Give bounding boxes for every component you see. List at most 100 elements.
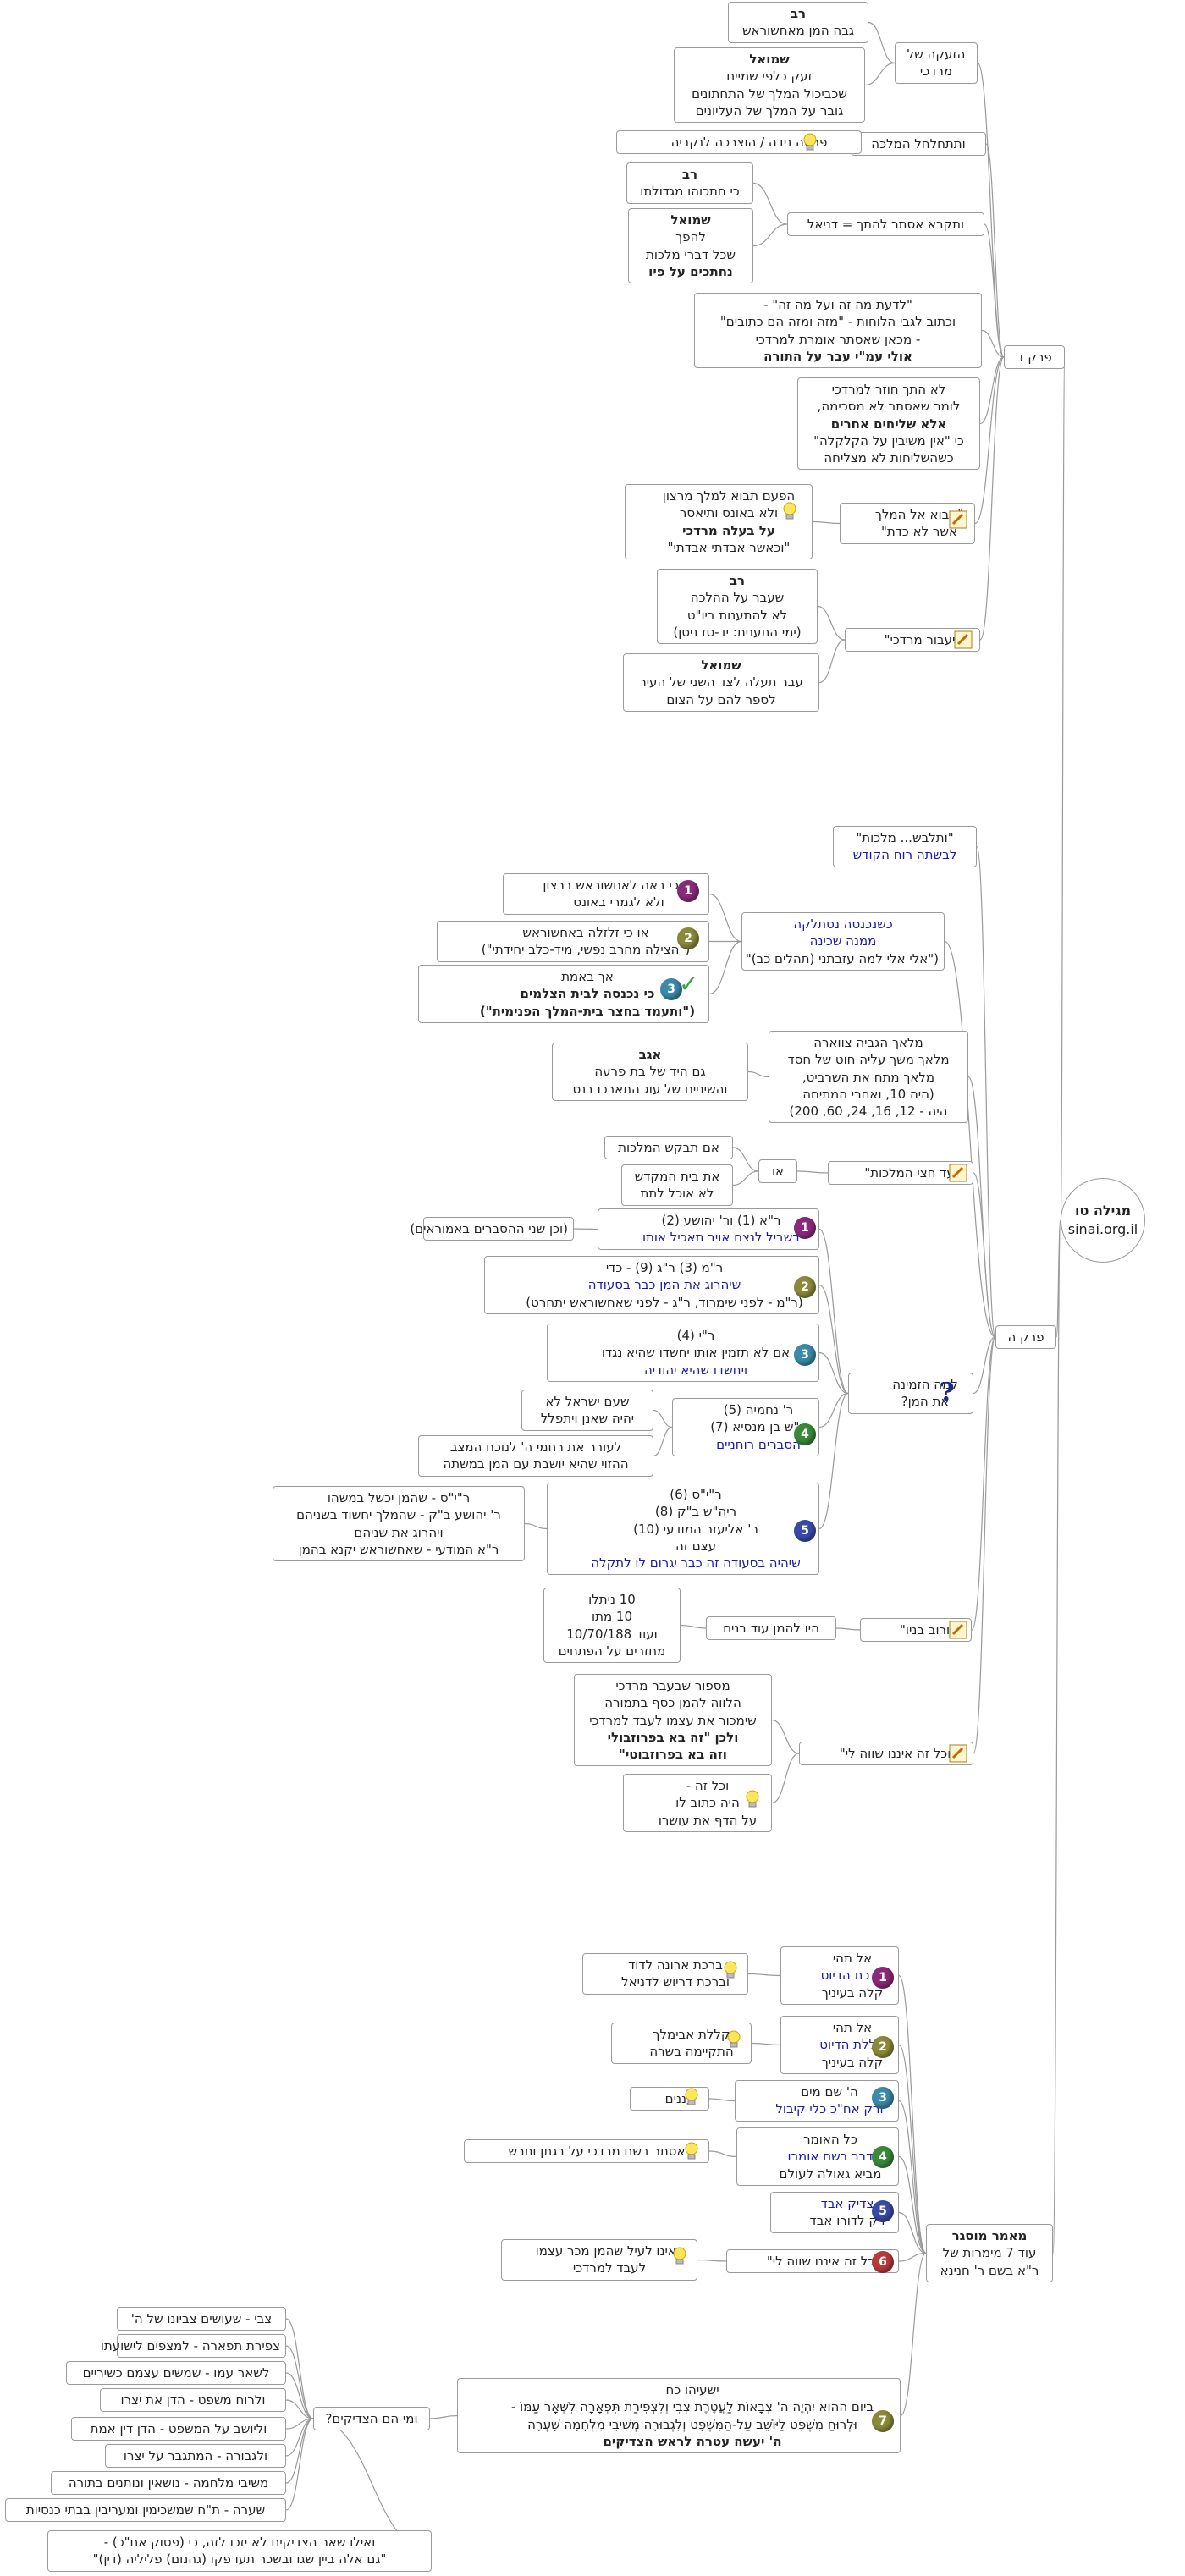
shluchim-line: אלא שליחים אחרים — [830, 416, 947, 432]
item-line: וּלְרוּחַ מִשְׁפָּט לַיּוֹשֵׁב עַל-הַמִּ… — [527, 2416, 857, 2432]
vechol-line: על הדף את עושרו — [658, 1812, 758, 1828]
lightbulb-icon — [746, 1790, 759, 1808]
rav-text: שעבר על ההלכה — [690, 590, 785, 606]
connector-line — [818, 639, 846, 684]
number-5-icon: 5 — [794, 1520, 816, 1542]
item-line: ("ותעמד בחצר בית-המלך הפנימית") — [479, 1003, 696, 1019]
malka-node[interactable]: ותתחלחל המלכה — [851, 132, 986, 157]
connector-line — [812, 520, 841, 525]
zeaka-node[interactable]: הזעקה של מרדכי — [895, 42, 978, 84]
vatilbash-line: "ותלבש... מלכות" — [856, 830, 954, 845]
maamar-item-7[interactable]: ישעיהו כח ביום ההוא יִהְיֶה ה' צְבָאוֹת … — [457, 2378, 901, 2453]
memo-icon — [949, 1744, 967, 1763]
item-line: אל תהי — [832, 1951, 873, 1966]
item-line: ישעיהו כח — [665, 2382, 719, 2397]
number-3-icon: 3 — [872, 2087, 894, 2109]
zeaka-shmuel-node[interactable]: שמואל זעק כלפי שמיים שכביכול המלך של התח… — [674, 47, 865, 123]
or-node[interactable]: או — [758, 1159, 797, 1184]
tzadikim-item[interactable]: צפירת תפארה - למצפים לישועתו — [101, 2334, 286, 2359]
shekinah-line: ("אלי אלי למה עזבתני (תהלים כב)" — [745, 950, 939, 966]
malachim-line: מלאך הגביה צווארה — [813, 1035, 923, 1050]
item-line: ויחשדו שהיא יהודיה — [643, 1362, 748, 1378]
tzadikim-item[interactable]: משיבי מלחמה - נושאין ונותנים בתורה — [51, 2471, 286, 2496]
vayaavor-shmuel-node[interactable]: שמואל עבר תעלה לצד השני של העיר לספר להם… — [623, 653, 819, 712]
note-line: אסתר בשם מרדכי על בגתן ותרש — [508, 2144, 686, 2159]
shekinah-node[interactable]: כשנכנסה נסתלקה ממנה שכינה ("אלי אלי למה … — [741, 912, 945, 971]
zeaka-rav-node[interactable]: רב גבה המן מאחשוראש — [728, 2, 868, 43]
tzadikim-item[interactable]: וליושב על המשפט - הדן דין אמת — [71, 2417, 286, 2441]
item-line: ה' יעשה עטרה לראש הצדיקים — [603, 2433, 782, 2449]
lama-node[interactable]: למה הזמינה את המן? — [848, 1373, 973, 1414]
maamar-item-6-note[interactable]: ראינו לעיל שהמן מכר עצמו לעבד למרדכי — [501, 2239, 697, 2281]
lama-item-1-note[interactable]: (וכן שני ההסברים באמוראים) — [410, 1217, 574, 1241]
vatikra-rav-node[interactable]: רב כי חתכוהו מגדולתו — [626, 162, 753, 204]
zeaka-line: הזעקה של — [907, 47, 966, 62]
item-line: שיהיה בסעודה זה כבר יגרום לו לתקלה — [591, 1555, 801, 1571]
lama-item-5-note[interactable]: ר"י"ס - שהמן יכשל במשהו ר' יהושע ב"ק - ש… — [273, 1486, 525, 1561]
malachim-node[interactable]: מלאך הגביה צווארה מלאך משך עליה חוט של ח… — [769, 1031, 968, 1124]
avo-note-node[interactable]: הפעם תבוא למלך מרצון ולא באונס ותיאסר על… — [625, 484, 813, 559]
maamar-node[interactable]: מאמר מוסגר עוד 7 מימרות של ר"א בשם ר' חנ… — [926, 2224, 1053, 2282]
vechol-ze-a[interactable]: מספור שבעבר מרדכי הלווה להמן כסף בתמורה … — [574, 1674, 772, 1767]
connector-line — [653, 1426, 673, 1457]
perek-d-node[interactable]: פרק ד — [1004, 345, 1065, 370]
connector-line — [708, 2098, 736, 2102]
ladaat-node[interactable]: "לדעת מה זה ועל מה זה" - וכתוב לגבי הלוח… — [694, 293, 982, 368]
number-1-icon: 1 — [677, 880, 699, 902]
lightbulb-icon — [724, 1961, 737, 1979]
shmuel-text: להפך — [675, 229, 706, 245]
note-line: ויהרוג את שניהם — [354, 1524, 444, 1540]
number-4-icon: 4 — [794, 1423, 816, 1445]
perek-d-label: פרק ד — [1017, 350, 1052, 365]
connector-line — [864, 62, 896, 86]
tzadikim-last[interactable]: ואילו שאר הצדיקים לא יזכו לזה, כי (פסוק … — [47, 2530, 432, 2572]
connector-line — [680, 1624, 707, 1629]
rav-text: גבה המן מאחשוראש — [741, 23, 855, 39]
connector-line — [747, 1973, 781, 1977]
lama-item-3[interactable]: ר"י (4) אם לא תזמין אותו יחשדו שהיא נגדו… — [547, 1324, 819, 1382]
rov-line: 10 ניתלו — [588, 1592, 636, 1607]
lama-item-2[interactable]: ר"מ (3) ר"ג (9) - כדי שיהרוג את המן כבר … — [484, 1256, 819, 1314]
connector-line — [898, 2155, 927, 2254]
vatilbash-node[interactable]: "ותלבש... מלכות" לבשתה רוח הקודש — [833, 826, 977, 867]
shluchim-node[interactable]: לא התך חוזר למרדכי לומר שאסתר לא מסכימה,… — [797, 377, 980, 471]
connector-line — [524, 1522, 548, 1530]
tz-line: לשאר עמו - שמשים עצמם כשיריים — [82, 2365, 270, 2381]
item-line: בשביל לנצח אויב תאכיל אותו — [642, 1230, 801, 1246]
chatzi-option-b[interactable]: את בית המקדש לא אוכל לתת — [621, 1164, 733, 1206]
malka-note-node[interactable]: פרסה נידה / הוצרכה לנקביה — [616, 130, 862, 155]
note-line: ההזוי שהיא יושבת עם המן במשתה — [443, 1456, 629, 1472]
lama-item-4-note-a[interactable]: שעם ישראל לא יהיה שאנן ויתפלל — [521, 1390, 653, 1431]
ladaat-line: אולי עמ"י עבר על התורה — [763, 348, 912, 364]
connector-line — [944, 940, 996, 1338]
tzadikim-item[interactable]: לשאר עמו - שמשים עצמם כשיריים — [66, 2361, 286, 2386]
maamar-item-4-note[interactable]: אסתר בשם מרדכי על בגתן ותרש — [464, 2139, 709, 2164]
lama-item-4-note-b[interactable]: לעורר את רחמי ה' לנוכח המצב ההזוי שהיא י… — [418, 1435, 653, 1477]
tzadikim-item[interactable]: ולרוח משפט - הדן את יצרו — [100, 2388, 286, 2413]
root-site: sinai.org.il — [1067, 1221, 1138, 1237]
perek-h-node[interactable]: פרק ה — [995, 1325, 1056, 1350]
vatikra-shmuel-node[interactable]: שמואל להפך שכל דברי מלכות נחתכים על פיו — [628, 208, 753, 283]
connector-line — [752, 182, 788, 225]
item-line: ("הצילה מחרב נפשי, מיד-כלב יחידתי") — [481, 942, 691, 958]
root-node[interactable]: מגילה טו sinai.org.il — [1061, 1178, 1145, 1263]
tzadikim-item[interactable]: שערה - ת"ח שמשכימין ומעריבין בבתי כנסיות — [5, 2498, 286, 2523]
avo-note-line: "וכאשר אבדתי אבדתי" — [667, 539, 791, 555]
shmuel-label: שמואל — [749, 52, 790, 67]
zeaka-line: מרדכי — [919, 63, 953, 80]
agav-node[interactable]: אגב גם היד של בת פרעה והשיניים של עוג הת… — [552, 1043, 748, 1101]
note-line: ראינו לעיל שהמן מכר עצמו — [535, 2243, 684, 2259]
tzadikim-item[interactable]: צבי - שעושים צביונו של ה' — [117, 2307, 286, 2331]
vayaavor-rav-node[interactable]: רב שעבר על ההלכה לא להתענות ביו"ט (ימי ה… — [657, 569, 818, 644]
tzadikim-node[interactable]: ומי הם הצדיקים? — [313, 2407, 430, 2431]
tzadikim-item[interactable]: ולגבורה - המתגבר על יצרו — [105, 2444, 286, 2469]
rov-banav-detail[interactable]: 10 ניתלו 10 מתו ועוד 10/70/188 מחזרים על… — [543, 1588, 681, 1663]
lama-item-5[interactable]: ר"י"ס (6) ריה"ש ב"ק (8) ר' אליעזר המודעי… — [547, 1483, 819, 1576]
lama-item-1[interactable]: ר"א (1) ור' יהושע (2) בשביל לנצח אויב תא… — [598, 1208, 819, 1250]
chatzi-option-a[interactable]: אם תבקש המלכות — [604, 1136, 733, 1160]
connector-line — [868, 21, 896, 64]
vatikra-node[interactable]: ותקרא אסתר להתך = דניאל — [787, 212, 984, 237]
shekinah-item-2[interactable]: או כי זלזלה באחשוראש ("הצילה מחרב נפשי, … — [437, 921, 709, 962]
rov-banav-mid[interactable]: היו להמן עוד בנים — [706, 1616, 836, 1641]
malachim-line: מלאך משך עליה חוט של חסד — [787, 1052, 950, 1068]
